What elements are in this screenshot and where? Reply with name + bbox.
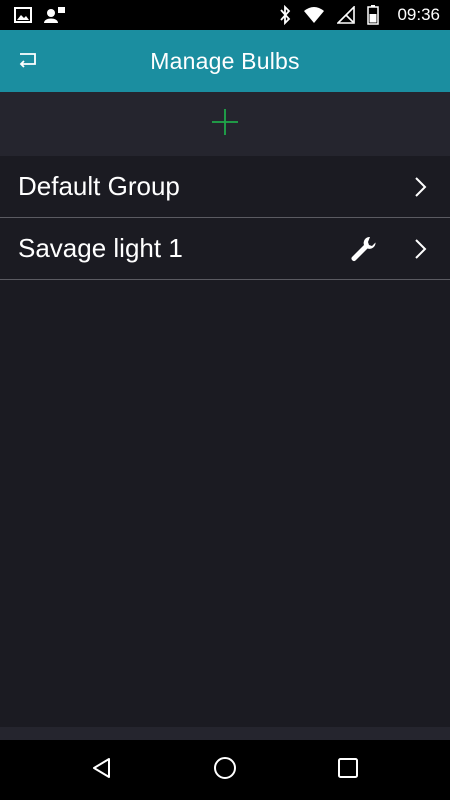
- plus-icon: [210, 107, 240, 142]
- status-bar: 09:36: [0, 0, 450, 30]
- status-left: [14, 6, 66, 24]
- no-signal-icon: [337, 6, 356, 24]
- item-actions: [410, 175, 430, 199]
- image-icon: [14, 7, 32, 23]
- list-item-savage-light-1[interactable]: Savage light 1: [0, 218, 450, 280]
- list-item-label: Default Group: [18, 171, 180, 201]
- add-bulb-button[interactable]: [205, 104, 245, 144]
- app-bar: Manage Bulbs: [0, 30, 450, 92]
- chevron-right-icon: [410, 237, 430, 261]
- recents-square-icon: [336, 756, 360, 785]
- home-circle-icon: [212, 755, 238, 786]
- chevron-right-icon: [410, 175, 430, 199]
- wifi-icon: [303, 6, 325, 24]
- list-item-label: Savage light 1: [18, 233, 183, 263]
- back-icon: [17, 50, 39, 73]
- nav-home-button[interactable]: [201, 746, 249, 794]
- list-item-default-group[interactable]: Default Group: [0, 156, 450, 218]
- account-icon: [44, 6, 66, 24]
- status-time: 09:36: [397, 5, 440, 24]
- battery-icon: [367, 5, 380, 25]
- nav-recents-button[interactable]: [324, 746, 372, 794]
- add-row: [0, 92, 450, 156]
- wrench-icon[interactable]: [348, 233, 380, 265]
- main-content: Default Group Savage light 1: [0, 92, 450, 740]
- system-nav-bar: [0, 740, 450, 800]
- nav-back-button[interactable]: [78, 746, 126, 794]
- bluetooth-icon: [279, 5, 291, 25]
- bottom-strip: [0, 727, 450, 740]
- status-right: 09:36: [279, 5, 440, 25]
- page-title: Manage Bulbs: [150, 47, 300, 74]
- back-triangle-icon: [90, 756, 114, 785]
- back-button[interactable]: [8, 41, 48, 81]
- item-actions: [348, 233, 430, 265]
